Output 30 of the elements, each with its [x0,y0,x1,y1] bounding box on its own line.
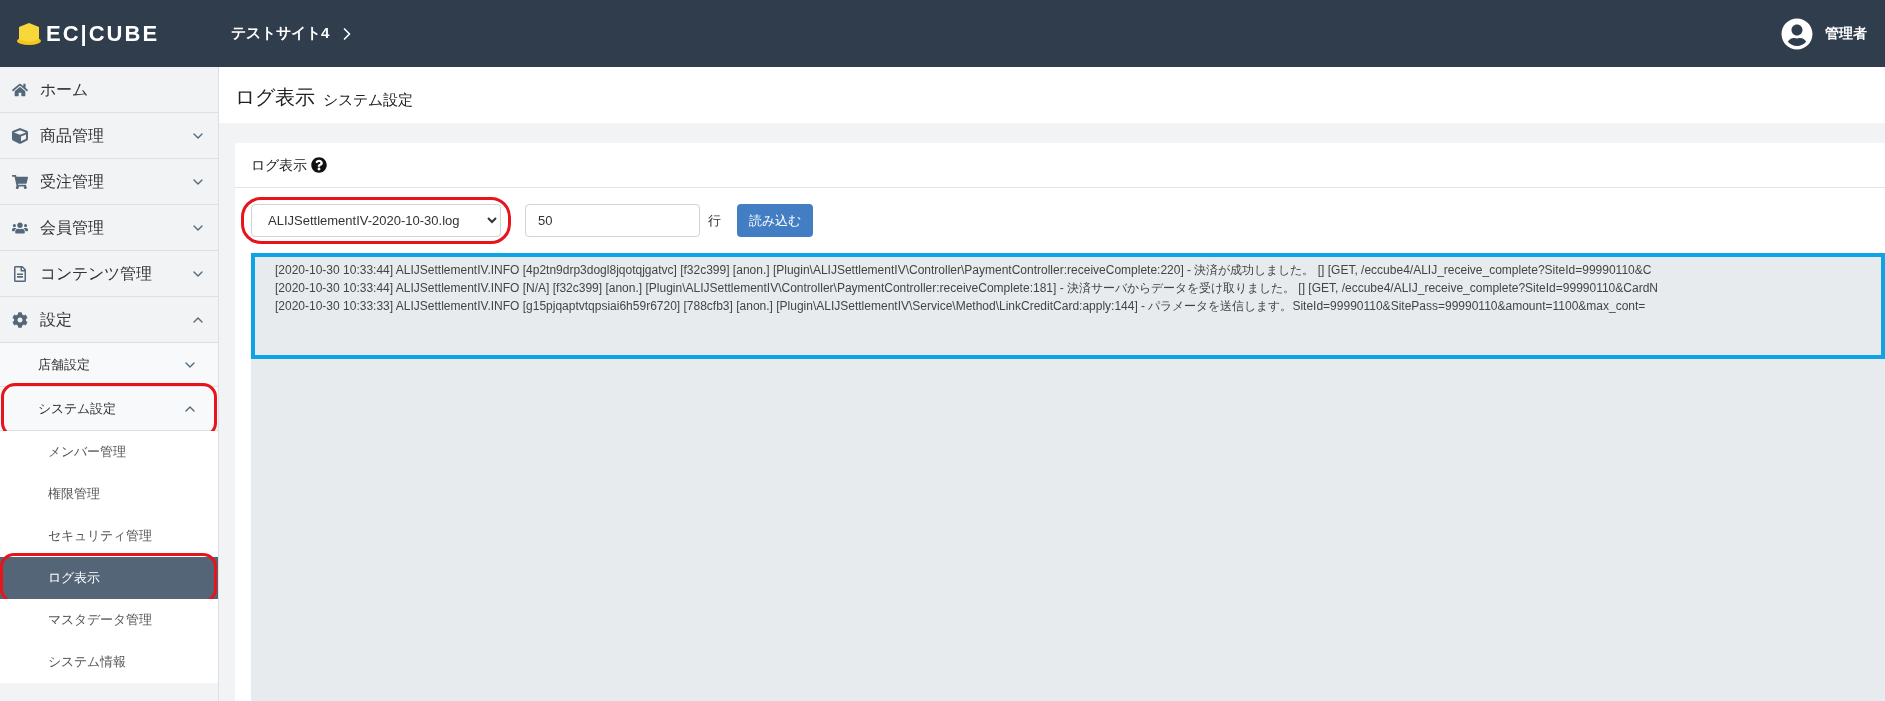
sidebar-item[interactable]: ホーム [0,67,218,113]
page-title: ログ表示 [235,87,315,107]
log-line: [2020-10-30 10:33:44] ALIJSettlementIV.INFO [N/A] [f32c399] [anon.] [Plugin\ALIJSettlementIV\Controller\PaymentController:receiveComplete:181] - 決済サーバからデータを受け取りました。 [] [GET, /eccube4/ALIJ_receive_complete?SiteId=99990110&CardN [275,280,1658,297]
line-count-field[interactable]: 50 [525,204,700,237]
card-title: ログ表示 [251,155,307,175]
document-icon [12,265,28,282]
site-link[interactable]: テストサイト4 [231,22,358,45]
settings-icon [12,311,28,328]
submenu-item[interactable]: システム設定 [0,387,218,431]
load-button[interactable]: 読み込む [737,204,813,237]
sidebar-item[interactable]: 会員管理 [0,205,218,251]
log-output[interactable] [251,253,1885,359]
sidebar-item[interactable]: 受注管理 [0,159,218,205]
log-line: [2020-10-30 10:33:44] ALIJSettlementIV.INFO [4p2tn9drp3dogl8jqotqjgatvc] [f32c399] [anon.] [Plugin\ALIJSettlementIV\Controller\PaymentController:receiveComplete:220] - 決済が成功しました。 [] [GET, /eccube4/ALIJ_receive_complete?SiteId=99990110&C [275,262,1652,279]
user-name[interactable]: 管理者 [1825,23,1867,44]
cart-icon [12,173,28,190]
cube-logo-icon [16,21,42,46]
user-avatar-icon [1781,17,1813,50]
sidebar-item[interactable]: コンテンツ管理 [0,251,218,297]
sidebar-item[interactable]: 商品管理 [0,113,218,159]
logo-text: EC|CUBE [46,20,160,48]
submenu-link[interactable]: ログ表示 [0,557,218,599]
page-subtitle: システム設定 [323,92,413,107]
log-line: [2020-10-30 10:33:33] ALIJSettlementIV.INFO [g15pjqaptvtqpsiai6h59r6720] [788cfb3] [anon.] [Plugin\ALIJSettlementIV\Service\Method\LinkCreditCard:apply:144] - パラメータを送信します。SiteId=99990110&SitePass=99990110&amount=1100&max_cont= [275,298,1646,315]
log-file-select[interactable]: ALIJSettlementIV-2020-10-30.log [251,204,501,237]
cube-icon [12,127,28,144]
submenu-item[interactable]: 店舗設定 [0,343,218,387]
help-icon[interactable] [311,157,327,173]
home-icon [12,81,28,98]
line-unit-label: 行 [708,211,721,230]
